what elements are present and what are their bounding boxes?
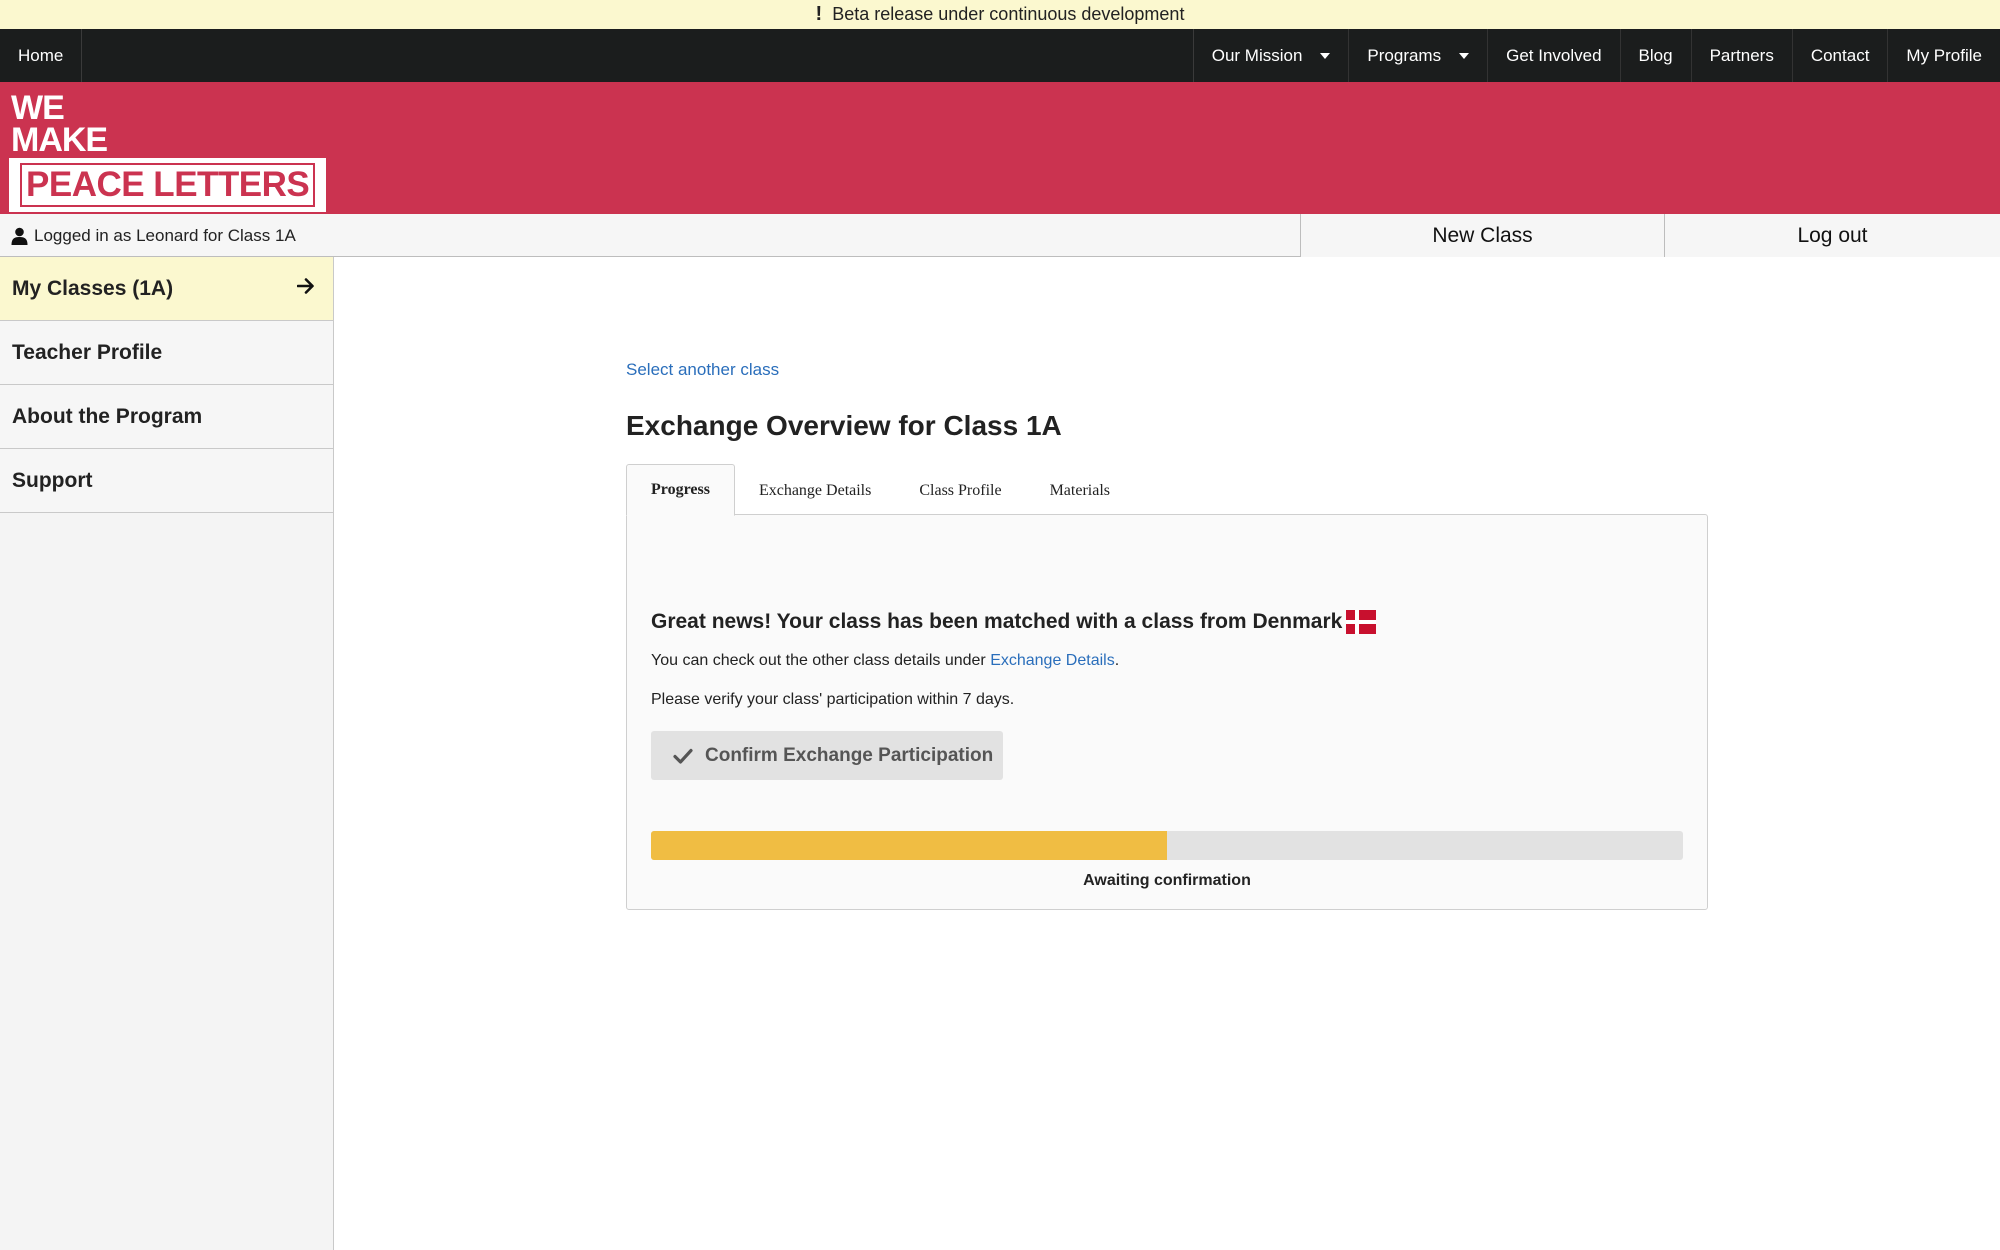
match-heading: Great news! Your class has been matched … <box>651 610 1377 634</box>
logged-in-status: Logged in as Leonard for Class 1A <box>11 214 296 257</box>
caret-down-icon <box>1320 52 1331 59</box>
nav-spacer <box>82 29 1194 82</box>
sidebar-item-my-classes[interactable]: My Classes (1A) <box>0 257 333 321</box>
tab-bar: Progress Exchange Details Class Profile … <box>626 464 1134 516</box>
nav-partners-label: Partners <box>1709 45 1774 65</box>
match-text: Great news! Your class has been matched … <box>651 610 1343 633</box>
sidebar-item-about-program[interactable]: About the Program <box>0 385 333 449</box>
nav-home[interactable]: Home <box>0 29 83 82</box>
progress-bar <box>651 831 1683 860</box>
progress-status-label: Awaiting confirmation <box>1083 872 1251 889</box>
exchange-details-link[interactable]: Exchange Details <box>990 652 1115 669</box>
tab-class-profile[interactable]: Class Profile <box>895 465 1025 516</box>
denmark-flag-icon <box>1346 610 1377 634</box>
tab-progress[interactable]: Progress <box>626 464 735 516</box>
log-out-label: Log out <box>1797 223 1868 247</box>
nav-our-mission-label: Our Mission <box>1211 45 1303 65</box>
tab-exchange-details[interactable]: Exchange Details <box>735 465 895 516</box>
logo-line-3-box: PEACE LETTERS <box>8 158 327 212</box>
sidebar-item-label: Teacher Profile <box>12 340 163 364</box>
beta-banner: ! Beta release under continuous developm… <box>0 0 2000 29</box>
sidebar-item-label: My Classes (1A) <box>12 276 174 300</box>
nav-contact-label: Contact <box>1810 45 1870 65</box>
nav-home-label: Home <box>18 45 64 65</box>
nav-partners[interactable]: Partners <box>1692 29 1793 82</box>
logo-line-2: MAKE <box>11 121 108 159</box>
confirm-exchange-label: Confirm Exchange Participation <box>705 744 994 766</box>
logo[interactable]: WE MAKE PEACE LETTERS <box>8 89 327 212</box>
new-class-button[interactable]: New Class <box>1300 214 1664 257</box>
exclamation-icon: ! <box>815 3 823 25</box>
confirm-exchange-button[interactable]: Confirm Exchange Participation <box>651 731 1003 780</box>
nav-my-profile[interactable]: My Profile <box>1888 29 2000 82</box>
main-content: Select another class Exchange Overview f… <box>334 257 2000 1250</box>
sidebar-item-label: Support <box>12 468 93 492</box>
tab-materials[interactable]: Materials <box>1026 465 1134 516</box>
beta-banner-text: Beta release under continuous developmen… <box>832 4 1185 24</box>
user-icon <box>11 227 28 245</box>
checkmark-icon <box>673 748 693 764</box>
status-bar: Logged in as Leonard for Class 1A New Cl… <box>0 214 2000 257</box>
sidebar: My Classes (1A) Teacher Profile About th… <box>0 257 334 1250</box>
verify-text: Please verify your class' participation … <box>651 691 1015 708</box>
nav-get-involved[interactable]: Get Involved <box>1488 29 1621 82</box>
nav-blog-label: Blog <box>1638 45 1673 65</box>
check-details-prefix: You can check out the other class detail… <box>651 652 991 669</box>
nav-programs[interactable]: Programs <box>1349 29 1489 82</box>
nav-get-involved-label: Get Involved <box>1506 45 1602 65</box>
caret-down-icon <box>1459 52 1470 59</box>
sidebar-item-support[interactable]: Support <box>0 449 333 513</box>
sidebar-item-label: About the Program <box>12 404 203 428</box>
sidebar-item-teacher-profile[interactable]: Teacher Profile <box>0 321 333 385</box>
check-details-suffix: . <box>1114 652 1120 669</box>
arrow-right-icon <box>297 278 314 294</box>
nav-programs-label: Programs <box>1367 45 1442 65</box>
top-navigation: Home Our Mission Programs Get Involved B… <box>0 29 2000 82</box>
log-out-button[interactable]: Log out <box>1664 214 2000 257</box>
select-another-class-link[interactable]: Select another class <box>626 360 779 380</box>
progress-bar-fill <box>651 831 1167 860</box>
logo-line-1: WE <box>11 89 65 127</box>
page-title: Exchange Overview for Class 1A <box>626 410 1062 441</box>
nav-our-mission[interactable]: Our Mission <box>1194 29 1350 82</box>
nav-blog[interactable]: Blog <box>1621 29 1692 82</box>
logo-line-3: PEACE LETTERS <box>20 163 316 207</box>
nav-contact[interactable]: Contact <box>1793 29 1889 82</box>
new-class-label: New Class <box>1432 223 1533 247</box>
check-details-text: You can check out the other class detail… <box>651 652 1119 670</box>
nav-my-profile-label: My Profile <box>1906 45 1982 65</box>
logged-in-text: Logged in as Leonard for Class 1A <box>34 225 296 245</box>
brand-header: WE MAKE PEACE LETTERS <box>0 82 2000 214</box>
progress-panel: Great news! Your class has been matched … <box>626 514 1708 910</box>
